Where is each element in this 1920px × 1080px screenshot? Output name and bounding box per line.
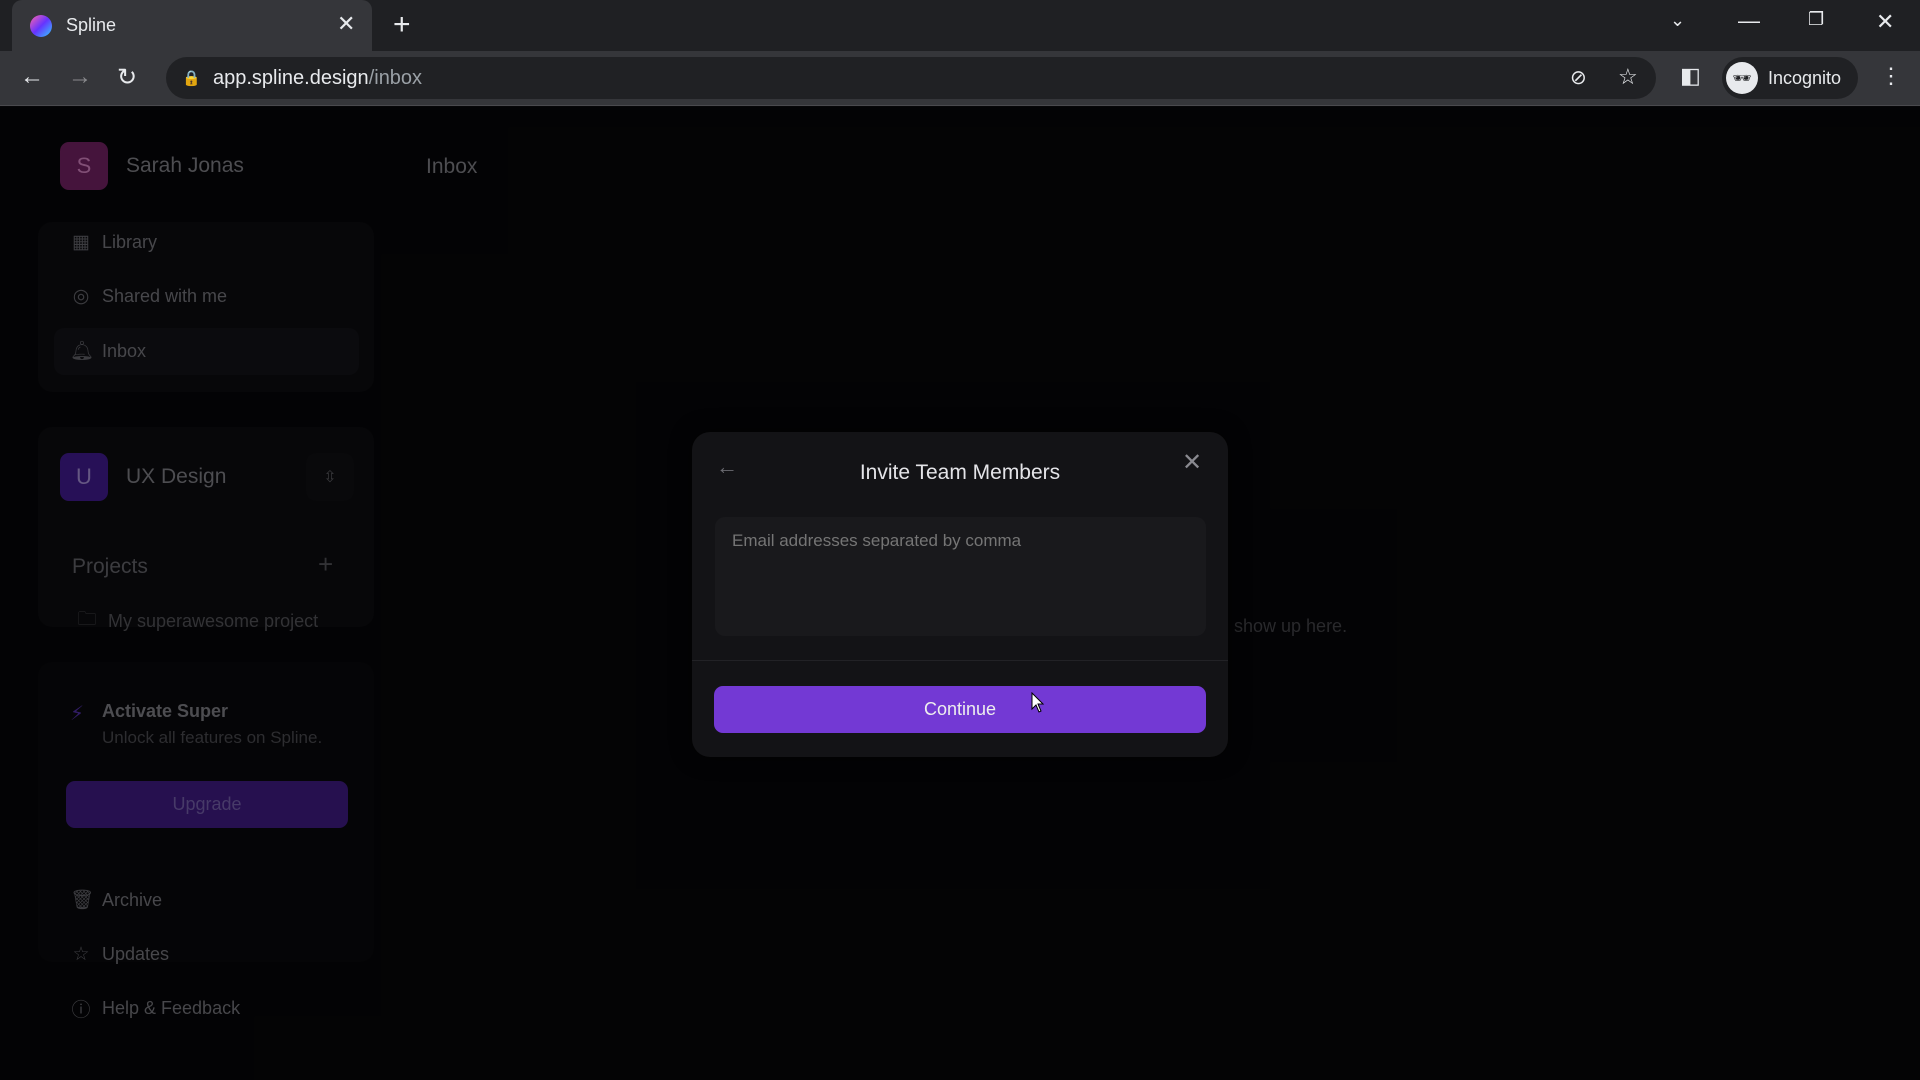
profile-label: Incognito — [1768, 67, 1842, 88]
close-window-icon[interactable]: ✕ — [1876, 9, 1894, 35]
forward-icon[interactable]: → — [68, 63, 92, 91]
side-panel-icon[interactable]: ◧ — [1680, 63, 1701, 89]
spline-favicon — [30, 15, 52, 37]
browser-toolbar: ← → ↻ 🔒 app.spline.design/inbox ⊘ ☆ ◧ 🕶 … — [0, 51, 1920, 106]
reload-icon[interactable]: ↻ — [117, 63, 137, 92]
email-input[interactable] — [715, 517, 1206, 636]
close-tab-icon[interactable]: ✕ — [337, 11, 355, 37]
menu-icon[interactable]: ⋮ — [1880, 63, 1902, 89]
invite-modal: ← Invite Team Members ✕ Continue — [692, 432, 1228, 757]
browser-tab[interactable]: Spline ✕ — [12, 0, 372, 51]
bookmark-star-icon[interactable]: ☆ — [1618, 64, 1638, 90]
continue-button[interactable]: Continue — [714, 686, 1206, 733]
lock-icon: 🔒 — [182, 70, 201, 87]
mouse-cursor-icon — [1031, 692, 1045, 713]
url-domain: app.spline.design — [213, 67, 369, 89]
incognito-icon: 🕶 — [1726, 62, 1758, 94]
eye-off-icon[interactable]: ⊘ — [1570, 65, 1587, 90]
tab-title: Spline — [66, 15, 117, 35]
restore-icon[interactable]: ❐ — [1808, 9, 1824, 30]
new-tab-icon[interactable]: + — [393, 8, 411, 42]
browser-tab-bar: Spline ✕ + ⌄ — ❐ ✕ — [0, 0, 1920, 51]
tab-search-icon[interactable]: ⌄ — [1670, 10, 1685, 31]
minimize-icon[interactable]: — — [1738, 8, 1760, 34]
address-bar[interactable]: 🔒 app.spline.design/inbox ⊘ ☆ — [166, 57, 1656, 99]
back-icon[interactable]: ← — [20, 63, 44, 91]
url-path: /inbox — [368, 67, 423, 89]
url-text: app.spline.design/inbox — [213, 67, 422, 90]
modal-title: Invite Team Members — [859, 461, 1061, 484]
modal-divider — [692, 660, 1228, 661]
close-icon[interactable]: ✕ — [1182, 448, 1202, 477]
incognito-profile[interactable]: 🕶 Incognito — [1722, 57, 1858, 99]
